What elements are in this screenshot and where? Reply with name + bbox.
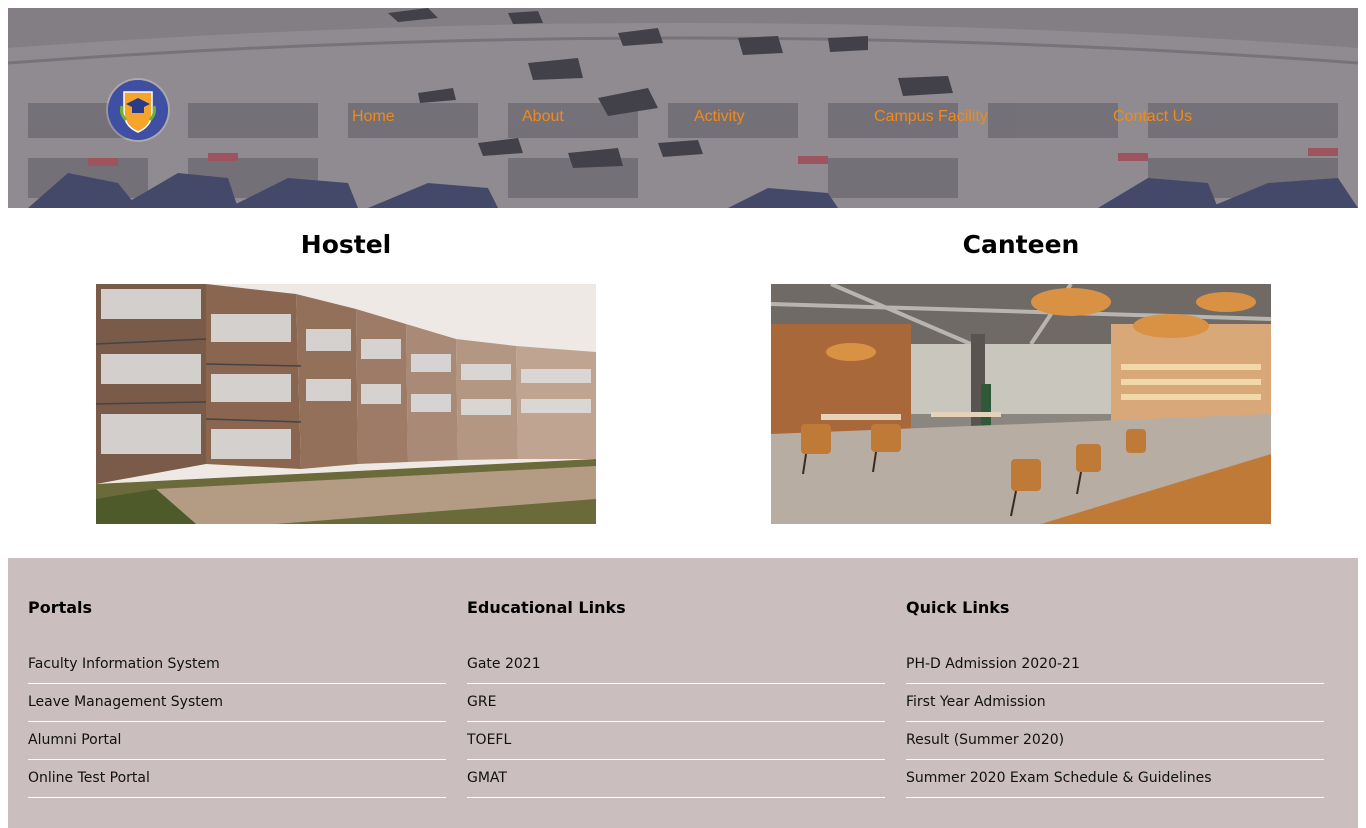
hostel-title: Hostel bbox=[300, 230, 392, 259]
footer-link[interactable]: TOEFL bbox=[467, 722, 885, 760]
footer-link-list: Gate 2021 GRE TOEFL GMAT bbox=[467, 646, 885, 798]
footer-link-list: PH-D Admission 2020-21 First Year Admiss… bbox=[906, 646, 1324, 798]
footer-link[interactable]: GRE bbox=[467, 684, 885, 722]
main-nav: Home About Activity Campus Facility Cont… bbox=[8, 8, 1358, 208]
canteen-image bbox=[771, 284, 1271, 524]
footer-link[interactable]: First Year Admission bbox=[906, 684, 1324, 722]
nav-campus-facility[interactable]: Campus Facility bbox=[874, 108, 988, 126]
footer-link[interactable]: PH-D Admission 2020-21 bbox=[906, 646, 1324, 684]
footer-link[interactable]: Gate 2021 bbox=[467, 646, 885, 684]
nav-contact-us[interactable]: Contact Us bbox=[1113, 108, 1192, 126]
canteen-title: Canteen bbox=[962, 230, 1080, 259]
footer-link[interactable]: Online Test Portal bbox=[28, 760, 446, 798]
footer-link[interactable]: Result (Summer 2020) bbox=[906, 722, 1324, 760]
nav-about[interactable]: About bbox=[522, 108, 564, 126]
hostel-image bbox=[96, 284, 596, 524]
footer-link-list: Faculty Information System Leave Managem… bbox=[28, 646, 446, 798]
footer-link[interactable]: Faculty Information System bbox=[28, 646, 446, 684]
nav-activity[interactable]: Activity bbox=[694, 108, 745, 126]
college-logo[interactable] bbox=[108, 80, 168, 140]
site-footer: Portals Faculty Information System Leave… bbox=[8, 558, 1358, 828]
footer-link[interactable]: Summer 2020 Exam Schedule & Guidelines bbox=[906, 760, 1324, 798]
footer-heading: Quick Links bbox=[906, 598, 1010, 617]
footer-link[interactable]: Alumni Portal bbox=[28, 722, 446, 760]
footer-link[interactable]: Leave Management System bbox=[28, 684, 446, 722]
nav-home[interactable]: Home bbox=[352, 108, 395, 126]
footer-link[interactable]: GMAT bbox=[467, 760, 885, 798]
footer-heading: Portals bbox=[28, 598, 93, 617]
graduation-cap-shield-icon bbox=[109, 81, 167, 139]
hero-header: Home About Activity Campus Facility Cont… bbox=[8, 8, 1358, 208]
footer-heading: Educational Links bbox=[467, 598, 626, 617]
